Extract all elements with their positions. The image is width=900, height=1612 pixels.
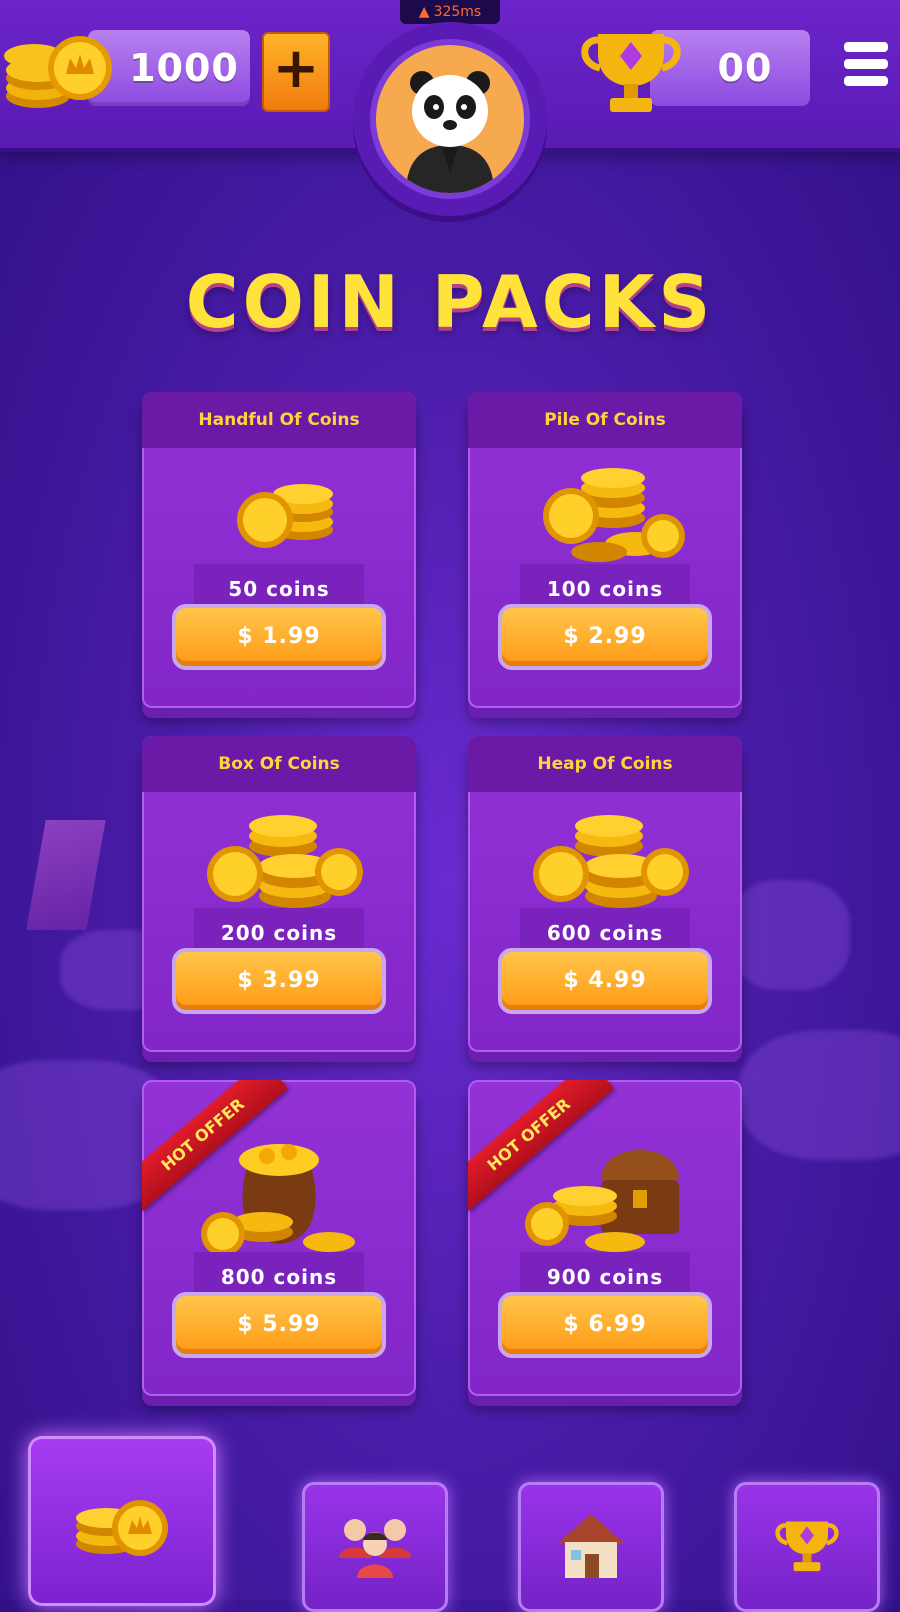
buy-button[interactable]: $ 6.99 xyxy=(498,1292,712,1358)
trophy-icon xyxy=(581,34,681,112)
friends-icon xyxy=(339,1519,411,1578)
menu-bar xyxy=(844,59,888,69)
pack-coin-amount: 900 coins xyxy=(520,1252,690,1296)
buy-button[interactable]: $ 1.99 xyxy=(172,604,386,670)
nav-friends-button[interactable] xyxy=(302,1482,448,1612)
latency-value: 325ms xyxy=(433,4,482,20)
coins-heap-icon xyxy=(533,815,689,908)
pack-coin-amount: 800 coins xyxy=(194,1252,364,1296)
trophy-icon xyxy=(775,1521,839,1572)
buy-button[interactable]: $ 3.99 xyxy=(172,948,386,1014)
background-rock xyxy=(730,880,850,990)
coin-pack-card: HOT OFFER 800 coins $ 5.99 xyxy=(142,1080,416,1396)
coin-pack-card: Pile Of Coins 100 coins $ 2.99 xyxy=(468,392,742,708)
pack-coin-amount: 50 coins xyxy=(194,564,364,608)
pack-name: Handful Of Coins xyxy=(142,392,416,448)
pack-name: Pile Of Coins xyxy=(468,392,742,448)
nav-home-button[interactable] xyxy=(518,1482,664,1612)
nav-shop-button[interactable] xyxy=(28,1436,216,1606)
nav-leaderboard-button[interactable] xyxy=(734,1482,880,1612)
panda-avatar-icon xyxy=(406,71,494,193)
pack-name: Box Of Coins xyxy=(142,736,416,792)
coin-balance-value: 1000 xyxy=(129,46,239,90)
page-title: COIN PACKS xyxy=(185,260,715,344)
buy-button[interactable]: $ 4.99 xyxy=(498,948,712,1014)
coin-stack-icon xyxy=(4,36,112,108)
network-latency: ▲ 325ms xyxy=(400,0,500,24)
pack-coin-amount: 600 coins xyxy=(520,908,690,952)
home-icon xyxy=(557,1514,625,1578)
coin-pack-card: HOT OFFER 900 coins $ 6.99 xyxy=(468,1080,742,1396)
menu-button[interactable] xyxy=(844,42,888,96)
add-coins-button[interactable]: + xyxy=(262,32,330,112)
background-rock xyxy=(740,1030,900,1160)
buy-button[interactable]: $ 5.99 xyxy=(172,1292,386,1358)
menu-bar xyxy=(844,76,888,86)
coin-pack-card: Heap Of Coins 600 coins $ 4.99 xyxy=(468,736,742,1052)
coins-box-icon xyxy=(207,815,363,908)
coins-small-icon xyxy=(237,484,333,548)
coin-balance: 1000 xyxy=(88,30,250,106)
menu-bar xyxy=(844,42,888,52)
coins-icon xyxy=(76,1500,168,1556)
background-crystal xyxy=(26,820,106,930)
coin-pack-card: Box Of Coins 200 coins $ 3.99 xyxy=(142,736,416,1052)
avatar xyxy=(370,39,530,199)
pack-name: Heap Of Coins xyxy=(468,736,742,792)
buy-button[interactable]: $ 2.99 xyxy=(498,604,712,670)
coin-pack-card: Handful Of Coins 50 coins $ 1.99 xyxy=(142,392,416,708)
pack-coin-amount: 200 coins xyxy=(194,908,364,952)
profile-avatar-button[interactable] xyxy=(353,22,547,216)
coins-pile-icon xyxy=(543,468,685,562)
pack-coin-amount: 100 coins xyxy=(520,564,690,608)
wifi-icon: ▲ xyxy=(418,4,430,20)
